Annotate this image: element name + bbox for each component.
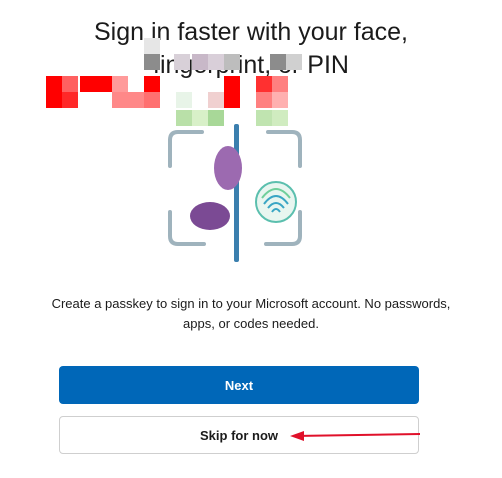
next-button[interactable]: Next [59, 366, 419, 404]
annotation-arrow-icon [290, 431, 421, 441]
passkey-description: Create a passkey to sign in to your Micr… [51, 296, 451, 331]
passkey-prompt-page: Sign in faster with your face, fingerpri… [0, 0, 502, 478]
passkey-face-fingerprint-icon [168, 124, 302, 262]
page-title-line-1: Sign in faster with your face, [93, 18, 409, 46]
